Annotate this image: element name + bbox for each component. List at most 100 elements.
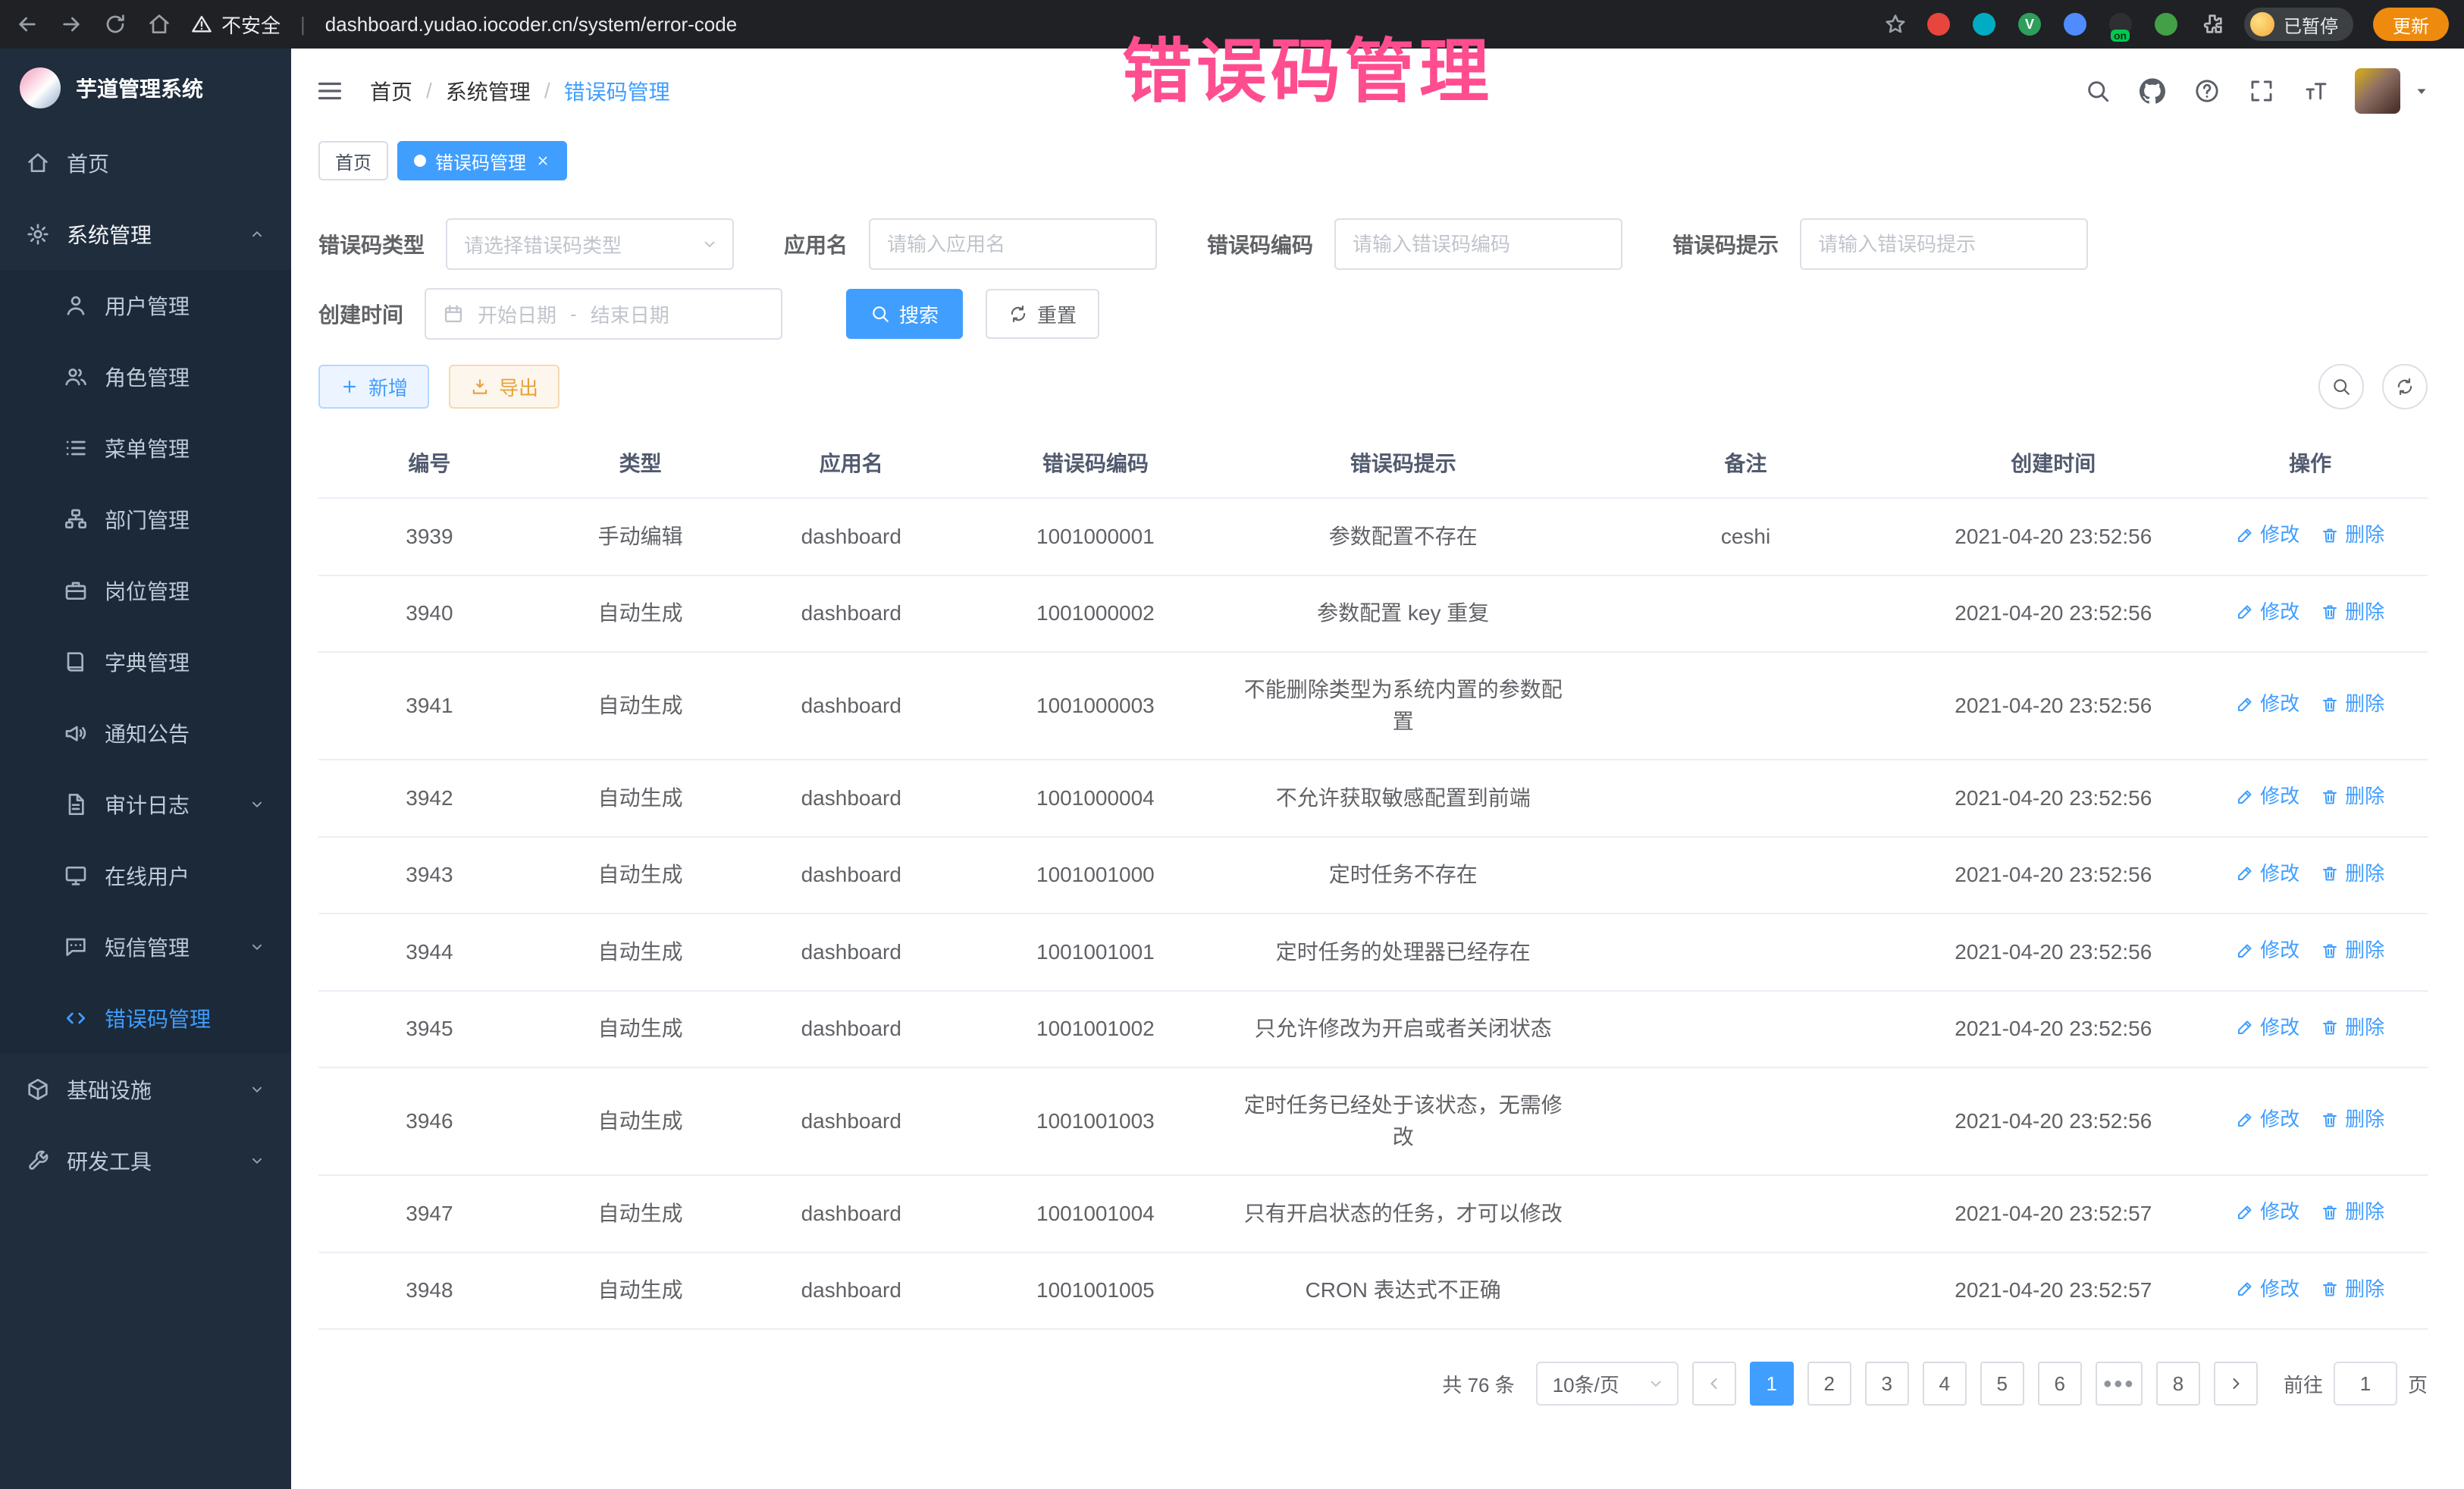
- delete-link[interactable]: 删除: [2321, 859, 2384, 889]
- cell-time: 2021-04-20 23:52:56: [1914, 760, 2193, 837]
- breadcrumb-home[interactable]: 首页: [370, 76, 412, 106]
- edit-link[interactable]: 修改: [2236, 1197, 2299, 1227]
- delete-link[interactable]: 删除: [2321, 1274, 2384, 1304]
- blue-extension-icon[interactable]: [2064, 13, 2086, 36]
- export-button[interactable]: 导出: [449, 365, 560, 409]
- browser-forward-icon[interactable]: [59, 12, 83, 36]
- sidebar-item-dept[interactable]: 部门管理: [0, 484, 291, 555]
- sidebar-item-dict[interactable]: 字典管理: [0, 626, 291, 697]
- delete-link[interactable]: 删除: [2321, 1013, 2384, 1042]
- column-header: 类型: [541, 428, 741, 498]
- delete-link[interactable]: 删除: [2321, 1105, 2384, 1134]
- delete-link[interactable]: 删除: [2321, 520, 2384, 550]
- sidebar-item-notice[interactable]: 通知公告: [0, 697, 291, 769]
- caret-down-icon[interactable]: [2412, 82, 2431, 100]
- delete-link[interactable]: 删除: [2321, 782, 2384, 811]
- pager-page-1[interactable]: 1: [1750, 1362, 1794, 1406]
- wrench-icon: [26, 1149, 50, 1173]
- search-icon[interactable]: [2085, 78, 2111, 104]
- reset-button[interactable]: 重置: [986, 289, 1099, 339]
- green-v-extension-icon[interactable]: V: [2018, 13, 2041, 36]
- edit-link[interactable]: 修改: [2236, 520, 2299, 550]
- teal-extension-icon[interactable]: [1973, 13, 1995, 36]
- green-extension-icon[interactable]: [2155, 13, 2177, 36]
- chevron-right-icon: [2227, 1375, 2245, 1393]
- sidebar-item-sms[interactable]: 短信管理: [0, 911, 291, 983]
- delete-link[interactable]: 删除: [2321, 1197, 2384, 1227]
- edit-link[interactable]: 修改: [2236, 689, 2299, 719]
- page-size-select[interactable]: 10条/页: [1536, 1362, 1679, 1406]
- column-header: 错误码提示: [1229, 428, 1578, 498]
- edit-link[interactable]: 修改: [2236, 936, 2299, 965]
- red-extension-icon[interactable]: [1927, 13, 1950, 36]
- toggle-search-button[interactable]: [2318, 364, 2364, 409]
- delete-link[interactable]: 删除: [2321, 689, 2384, 719]
- pager-page-6[interactable]: 6: [2038, 1362, 2082, 1406]
- browser-back-icon[interactable]: [15, 12, 39, 36]
- browser-reload-icon[interactable]: [103, 12, 127, 36]
- dark-on-extension-icon[interactable]: on: [2109, 13, 2132, 36]
- sidebar-item-home[interactable]: 首页: [0, 127, 291, 199]
- pager-next-button[interactable]: [2214, 1362, 2258, 1406]
- error-hint-input[interactable]: [1800, 218, 2088, 270]
- edit-link[interactable]: 修改: [2236, 597, 2299, 627]
- breadcrumb-system[interactable]: 系统管理: [446, 76, 531, 106]
- close-icon[interactable]: [535, 153, 550, 168]
- pager-page-4[interactable]: 4: [1923, 1362, 1967, 1406]
- edit-icon: [2236, 1203, 2254, 1221]
- users-icon: [64, 365, 88, 389]
- cell-message: 不能删除类型为系统内置的参数配置: [1229, 652, 1578, 760]
- sidebar-item-role[interactable]: 角色管理: [0, 341, 291, 412]
- security-indicator[interactable]: 不安全: [191, 11, 281, 39]
- pager-more[interactable]: ●●●: [2096, 1362, 2143, 1406]
- sidebar-logo[interactable]: 芋道管理系统: [0, 49, 291, 127]
- create-time-range-picker[interactable]: 开始日期 - 结束日期: [425, 288, 782, 340]
- sidebar-item-menu[interactable]: 菜单管理: [0, 412, 291, 484]
- address-bar-url[interactable]: dashboard.yudao.iocoder.cn/system/error-…: [325, 13, 737, 36]
- delete-link[interactable]: 删除: [2321, 597, 2384, 627]
- sidebar-item-post[interactable]: 岗位管理: [0, 555, 291, 626]
- sidebar-item-online-user[interactable]: 在线用户: [0, 840, 291, 911]
- question-icon[interactable]: [2194, 78, 2220, 104]
- pager-page-3[interactable]: 3: [1865, 1362, 1909, 1406]
- pager-page-5[interactable]: 5: [1980, 1362, 2024, 1406]
- refresh-table-button[interactable]: [2382, 364, 2428, 409]
- hamburger-icon[interactable]: [315, 77, 344, 105]
- pager-page-8[interactable]: 8: [2156, 1362, 2200, 1406]
- browser-update-button[interactable]: 更新: [2373, 8, 2449, 41]
- sidebar-item-audit-log[interactable]: 审计日志: [0, 769, 291, 840]
- table-row: 3947自动生成dashboard1001001004只有开启状态的任务，才可以…: [318, 1175, 2428, 1252]
- sidebar-item-infra[interactable]: 基础设施: [0, 1054, 291, 1125]
- sidebar-item-user[interactable]: 用户管理: [0, 270, 291, 341]
- user-avatar[interactable]: [2355, 68, 2400, 114]
- paused-badge[interactable]: 已暂停: [2244, 8, 2353, 41]
- sidebar-item-label: 错误码管理: [105, 1003, 211, 1033]
- edit-link[interactable]: 修改: [2236, 782, 2299, 811]
- error-code-type-select[interactable]: 请选择错误码类型: [446, 218, 734, 270]
- tab-home[interactable]: 首页: [318, 141, 388, 180]
- error-code-input[interactable]: [1334, 218, 1622, 270]
- browser-home-icon[interactable]: [147, 12, 171, 36]
- pager-page-2[interactable]: 2: [1807, 1362, 1851, 1406]
- delete-link[interactable]: 删除: [2321, 936, 2384, 965]
- tab-error-code[interactable]: 错误码管理: [397, 141, 567, 180]
- extensions-puzzle-icon[interactable]: [2200, 12, 2224, 36]
- edit-icon: [2236, 1111, 2254, 1129]
- fullscreen-icon[interactable]: [2249, 78, 2274, 104]
- sidebar-item-devtool[interactable]: 研发工具: [0, 1125, 291, 1196]
- add-button[interactable]: 新增: [318, 365, 429, 409]
- font-size-icon[interactable]: [2303, 78, 2329, 104]
- pager-prev-button[interactable]: [1692, 1362, 1736, 1406]
- sidebar-item-system[interactable]: 系统管理: [0, 199, 291, 270]
- goto-page-input[interactable]: [2334, 1362, 2397, 1406]
- app-name-input[interactable]: [869, 218, 1157, 270]
- edit-link[interactable]: 修改: [2236, 1105, 2299, 1134]
- edit-link[interactable]: 修改: [2236, 1013, 2299, 1042]
- bookmark-star-icon[interactable]: [1883, 12, 1908, 36]
- search-button[interactable]: 搜索: [846, 289, 963, 339]
- edit-link[interactable]: 修改: [2236, 859, 2299, 889]
- sidebar-item-error-code[interactable]: 错误码管理: [0, 983, 291, 1054]
- github-icon[interactable]: [2140, 78, 2165, 104]
- sidebar-item-label: 基础设施: [67, 1074, 152, 1105]
- edit-link[interactable]: 修改: [2236, 1274, 2299, 1304]
